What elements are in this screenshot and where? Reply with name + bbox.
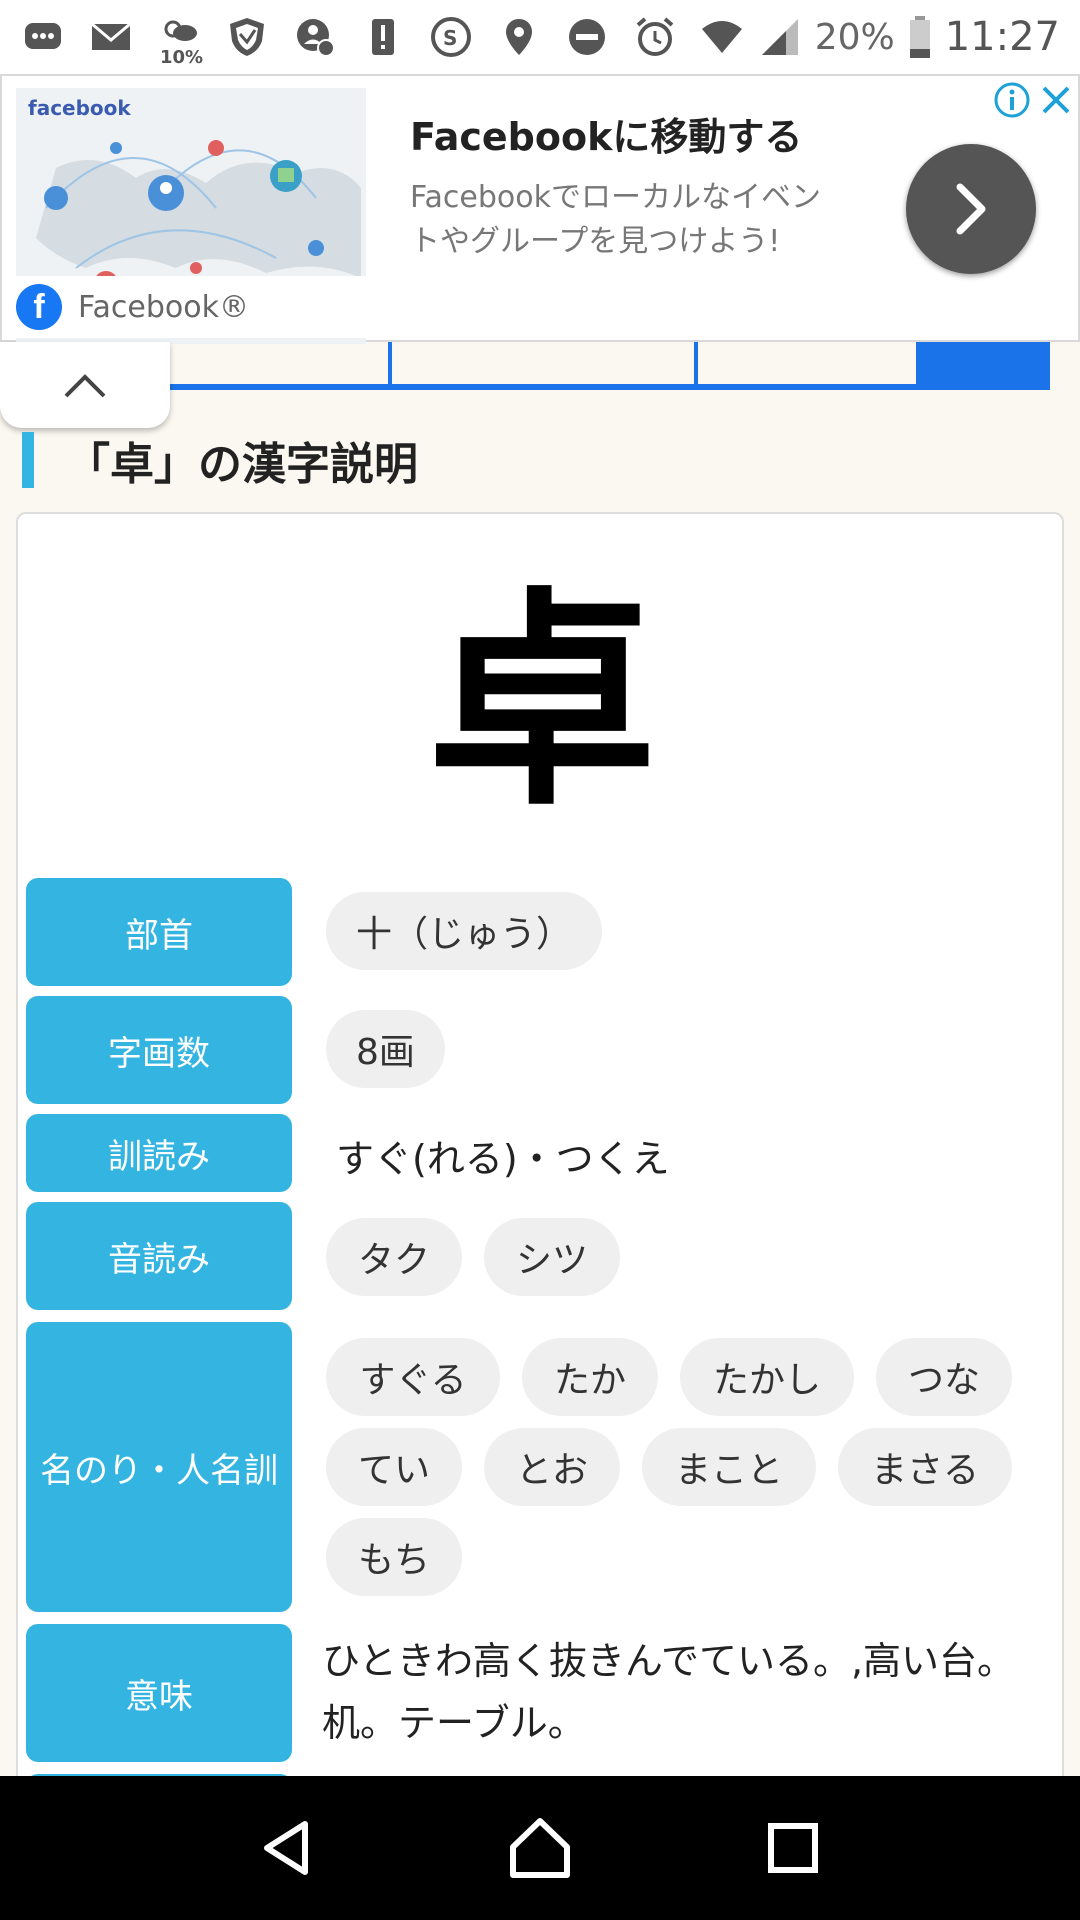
home-button[interactable]: [495, 1803, 585, 1893]
facebook-icon: f: [16, 284, 62, 330]
collapse-ad-button[interactable]: [0, 342, 170, 428]
battery-percent: 20%: [814, 16, 895, 58]
shield-icon: [224, 14, 270, 60]
kanji-character: 卓: [426, 570, 657, 837]
clock-time: 11:27: [944, 14, 1060, 60]
location-icon: [496, 14, 542, 60]
recents-square-icon: [768, 1823, 819, 1873]
weather-percent: 10%: [160, 47, 204, 68]
navigation-bar: [0, 1776, 1080, 1920]
meaning-value: ひときわ高く抜きんでている。,高い台。机。テーブル。: [322, 1639, 1016, 1745]
nanori-pill[interactable]: たかし: [680, 1338, 854, 1416]
ad-image-brand: facebook: [28, 96, 131, 120]
battery-icon: [907, 14, 933, 60]
ad-description: Facebookでローカルなイベントやグループを見つけよう!: [410, 180, 821, 259]
home-icon: [509, 1818, 570, 1878]
label-kun-reading: 訓読み: [26, 1114, 292, 1192]
kun-reading-value: すぐ(れる)・つくえ: [336, 1137, 670, 1181]
nanori-pill[interactable]: つな: [876, 1338, 1012, 1416]
nanori-pill[interactable]: もち: [326, 1518, 462, 1596]
svg-text:S: S: [443, 26, 457, 50]
nanori-pill[interactable]: てい: [326, 1428, 462, 1506]
search-field-divider: [694, 342, 698, 390]
nanori-pill[interactable]: まさる: [838, 1428, 1012, 1506]
nanori-pill[interactable]: すぐる: [326, 1338, 500, 1416]
search-field-divider: [388, 342, 392, 390]
section-heading: 「卓」の漢字説明: [22, 432, 418, 490]
back-button[interactable]: [242, 1803, 332, 1893]
ad-title[interactable]: Facebookに移動する: [410, 106, 802, 161]
ad-go-button[interactable]: [906, 144, 1036, 274]
on-reading-pill[interactable]: タク: [326, 1218, 462, 1296]
ad-advertiser-name: Facebook®: [78, 289, 249, 325]
alert-icon: [360, 14, 406, 60]
label-meaning: 意味: [26, 1624, 292, 1762]
radical-pill[interactable]: 十（じゅう）: [326, 892, 603, 970]
back-triangle-icon: [263, 1821, 308, 1875]
chevron-up-icon: [64, 374, 106, 398]
mail-icon: [88, 14, 134, 60]
ad-advertiser[interactable]: f Facebook®: [16, 276, 366, 338]
ad-info-icon[interactable]: [992, 80, 1032, 120]
ad-close-icon[interactable]: [1036, 80, 1076, 120]
chat-icon: [20, 14, 66, 60]
status-bar: 10% S 20% 11:27: [0, 0, 1080, 74]
chevron-right-icon: [956, 183, 986, 235]
weather-icon: 10%: [156, 14, 203, 68]
on-reading-pill[interactable]: シツ: [484, 1218, 620, 1296]
account-sync-icon: [292, 14, 338, 60]
calendar-icon: S: [428, 14, 474, 60]
label-nanori: 名のり・人名訓: [26, 1322, 292, 1612]
ad-banner[interactable]: facebook f Facebook® Facebookに移動する Faceb…: [0, 74, 1080, 344]
wifi-icon: [699, 14, 745, 60]
do-not-disturb-icon: [564, 14, 610, 60]
signal-icon: [757, 14, 803, 60]
search-button[interactable]: [916, 342, 1050, 390]
strokes-pill[interactable]: 8画: [326, 1010, 445, 1088]
nanori-pill[interactable]: たか: [522, 1338, 658, 1416]
kanji-card: 卓 部首 十（じゅう） 字画数 8画 訓読み すぐ(れる)・つくえ 音読み タク…: [16, 512, 1064, 1814]
label-on-reading: 音読み: [26, 1202, 292, 1310]
label-strokes: 字画数: [26, 996, 292, 1104]
alarm-icon: [632, 14, 678, 60]
label-radical: 部首: [26, 878, 292, 986]
nanori-pill[interactable]: とお: [484, 1428, 620, 1506]
recents-button[interactable]: [748, 1803, 838, 1893]
nanori-pill[interactable]: まこと: [642, 1428, 816, 1506]
